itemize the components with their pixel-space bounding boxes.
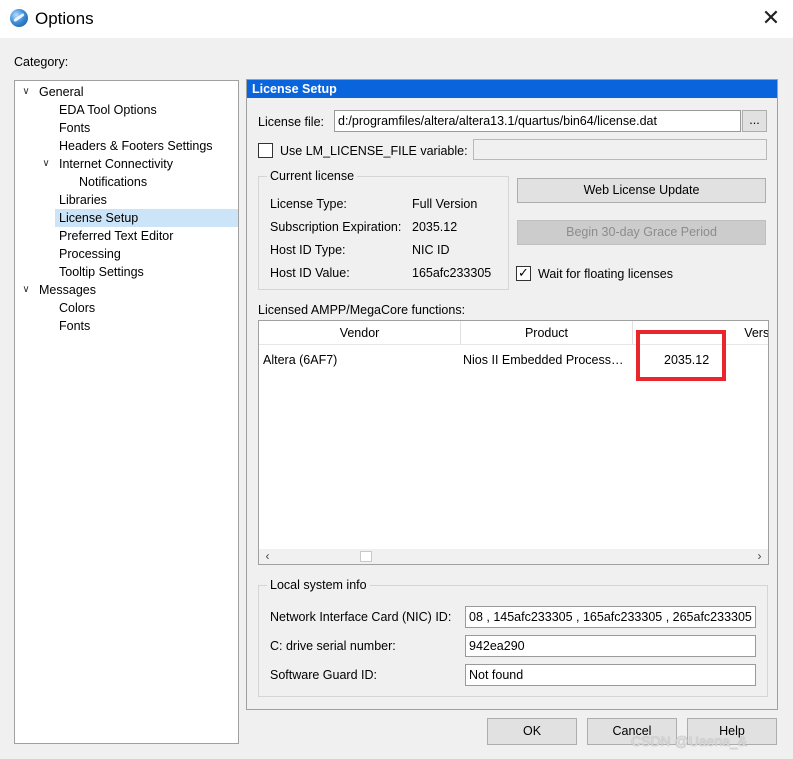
table-cell-product[interactable]: Nios II Embedded Processor Eval: [463, 352, 629, 368]
host-id-type-value: NIC ID: [412, 243, 450, 257]
column-header-product[interactable]: Product: [461, 321, 633, 345]
drive-serial-label: C: drive serial number:: [270, 639, 396, 653]
close-icon[interactable]: ✕: [754, 4, 788, 34]
chevron-down-icon[interactable]: ∨: [20, 83, 32, 101]
tree-item-messages[interactable]: Messages: [39, 281, 96, 299]
category-tree[interactable]: ∨ General EDA Tool Options Fonts Headers…: [14, 80, 239, 744]
browse-button[interactable]: ...: [742, 110, 767, 132]
table-cell-vendor[interactable]: Altera (6AF7): [263, 352, 459, 368]
license-type-label: License Type:: [270, 197, 347, 211]
csdn-watermark: CSDN @Uaena_&: [631, 733, 748, 749]
dialog-client-area: Category: ∨ General EDA Tool Options Fon…: [0, 38, 793, 759]
panel-header: License Setup: [247, 80, 777, 98]
license-type-value: Full Version: [412, 197, 478, 211]
local-system-info-title: Local system info: [267, 577, 370, 593]
tree-item-internet-connectivity[interactable]: Internet Connectivity: [59, 155, 173, 173]
current-license-title: Current license: [267, 168, 358, 184]
tree-item-tooltip-settings[interactable]: Tooltip Settings: [59, 263, 144, 281]
use-lm-license-checkbox[interactable]: [258, 143, 273, 158]
lm-license-field[interactable]: [473, 139, 767, 160]
scroll-thumb[interactable]: [360, 551, 372, 562]
tree-item-license-setup[interactable]: License Setup: [55, 209, 238, 227]
host-id-type-label: Host ID Type:: [270, 243, 346, 257]
subscription-expiration-value: 2035.12: [412, 220, 458, 234]
tree-item-general[interactable]: General: [39, 83, 83, 101]
host-id-value-value: 165afc233305: [412, 266, 492, 280]
nic-id-value: 08 , 145afc233305 , 165afc233305 , 265af…: [469, 610, 752, 624]
license-file-label: License file:: [258, 115, 325, 129]
software-guard-label: Software Guard ID:: [270, 668, 377, 682]
license-file-field[interactable]: d:/programfiles/altera/altera13.1/quartu…: [334, 110, 741, 132]
use-lm-license-label: Use LM_LICENSE_FILE variable:: [280, 144, 468, 158]
current-license-group: Current license License Type: Full Versi…: [258, 168, 509, 290]
scroll-left-icon[interactable]: ‹: [259, 549, 276, 564]
chevron-down-icon[interactable]: ∨: [40, 155, 52, 173]
tree-item-processing[interactable]: Processing: [59, 245, 121, 263]
nic-id-field[interactable]: 08 , 145afc233305 , 165afc233305 , 265af…: [465, 606, 756, 628]
host-id-value-label: Host ID Value:: [270, 266, 350, 280]
chevron-down-icon[interactable]: ∨: [20, 281, 32, 299]
tree-item-notifications[interactable]: Notifications: [79, 173, 147, 191]
wait-floating-checkbox[interactable]: ✓: [516, 265, 531, 281]
tree-item-eda-tool-options[interactable]: EDA Tool Options: [59, 101, 157, 119]
tree-item-fonts-messages[interactable]: Fonts: [59, 317, 90, 335]
software-guard-field[interactable]: Not found: [465, 664, 756, 686]
ok-button[interactable]: OK: [487, 718, 577, 745]
scroll-right-icon[interactable]: ›: [751, 549, 768, 564]
licensed-functions-label: Licensed AMPP/MegaCore functions:: [258, 303, 466, 317]
tree-item-preferred-text-editor[interactable]: Preferred Text Editor: [59, 227, 173, 245]
red-highlight-annotation: [636, 330, 726, 381]
tree-item-headers-footers[interactable]: Headers & Footers Settings: [59, 137, 213, 155]
title-bar: Options ✕: [0, 0, 793, 38]
grace-period-button[interactable]: Begin 30-day Grace Period: [517, 220, 766, 245]
column-header-vendor[interactable]: Vendor: [259, 321, 461, 345]
drive-serial-field[interactable]: 942ea290: [465, 635, 756, 657]
checkmark-icon: ✓: [518, 265, 529, 280]
category-label: Category:: [14, 55, 69, 69]
subscription-expiration-label: Subscription Expiration:: [270, 220, 402, 234]
quartus-app-icon: [10, 9, 28, 27]
local-system-info-group: Local system info Network Interface Card…: [258, 577, 768, 697]
horizontal-scrollbar[interactable]: ‹ ›: [259, 549, 768, 564]
window-title: Options: [35, 9, 94, 28]
tree-item-colors[interactable]: Colors: [59, 299, 95, 317]
license-setup-panel: License Setup License file: d:/programfi…: [246, 79, 778, 710]
tree-item-libraries[interactable]: Libraries: [59, 191, 107, 209]
nic-id-label: Network Interface Card (NIC) ID:: [270, 610, 452, 624]
tree-item-fonts[interactable]: Fonts: [59, 119, 90, 137]
wait-floating-label: Wait for floating licenses: [538, 267, 674, 281]
web-license-update-button[interactable]: Web License Update: [517, 178, 766, 203]
